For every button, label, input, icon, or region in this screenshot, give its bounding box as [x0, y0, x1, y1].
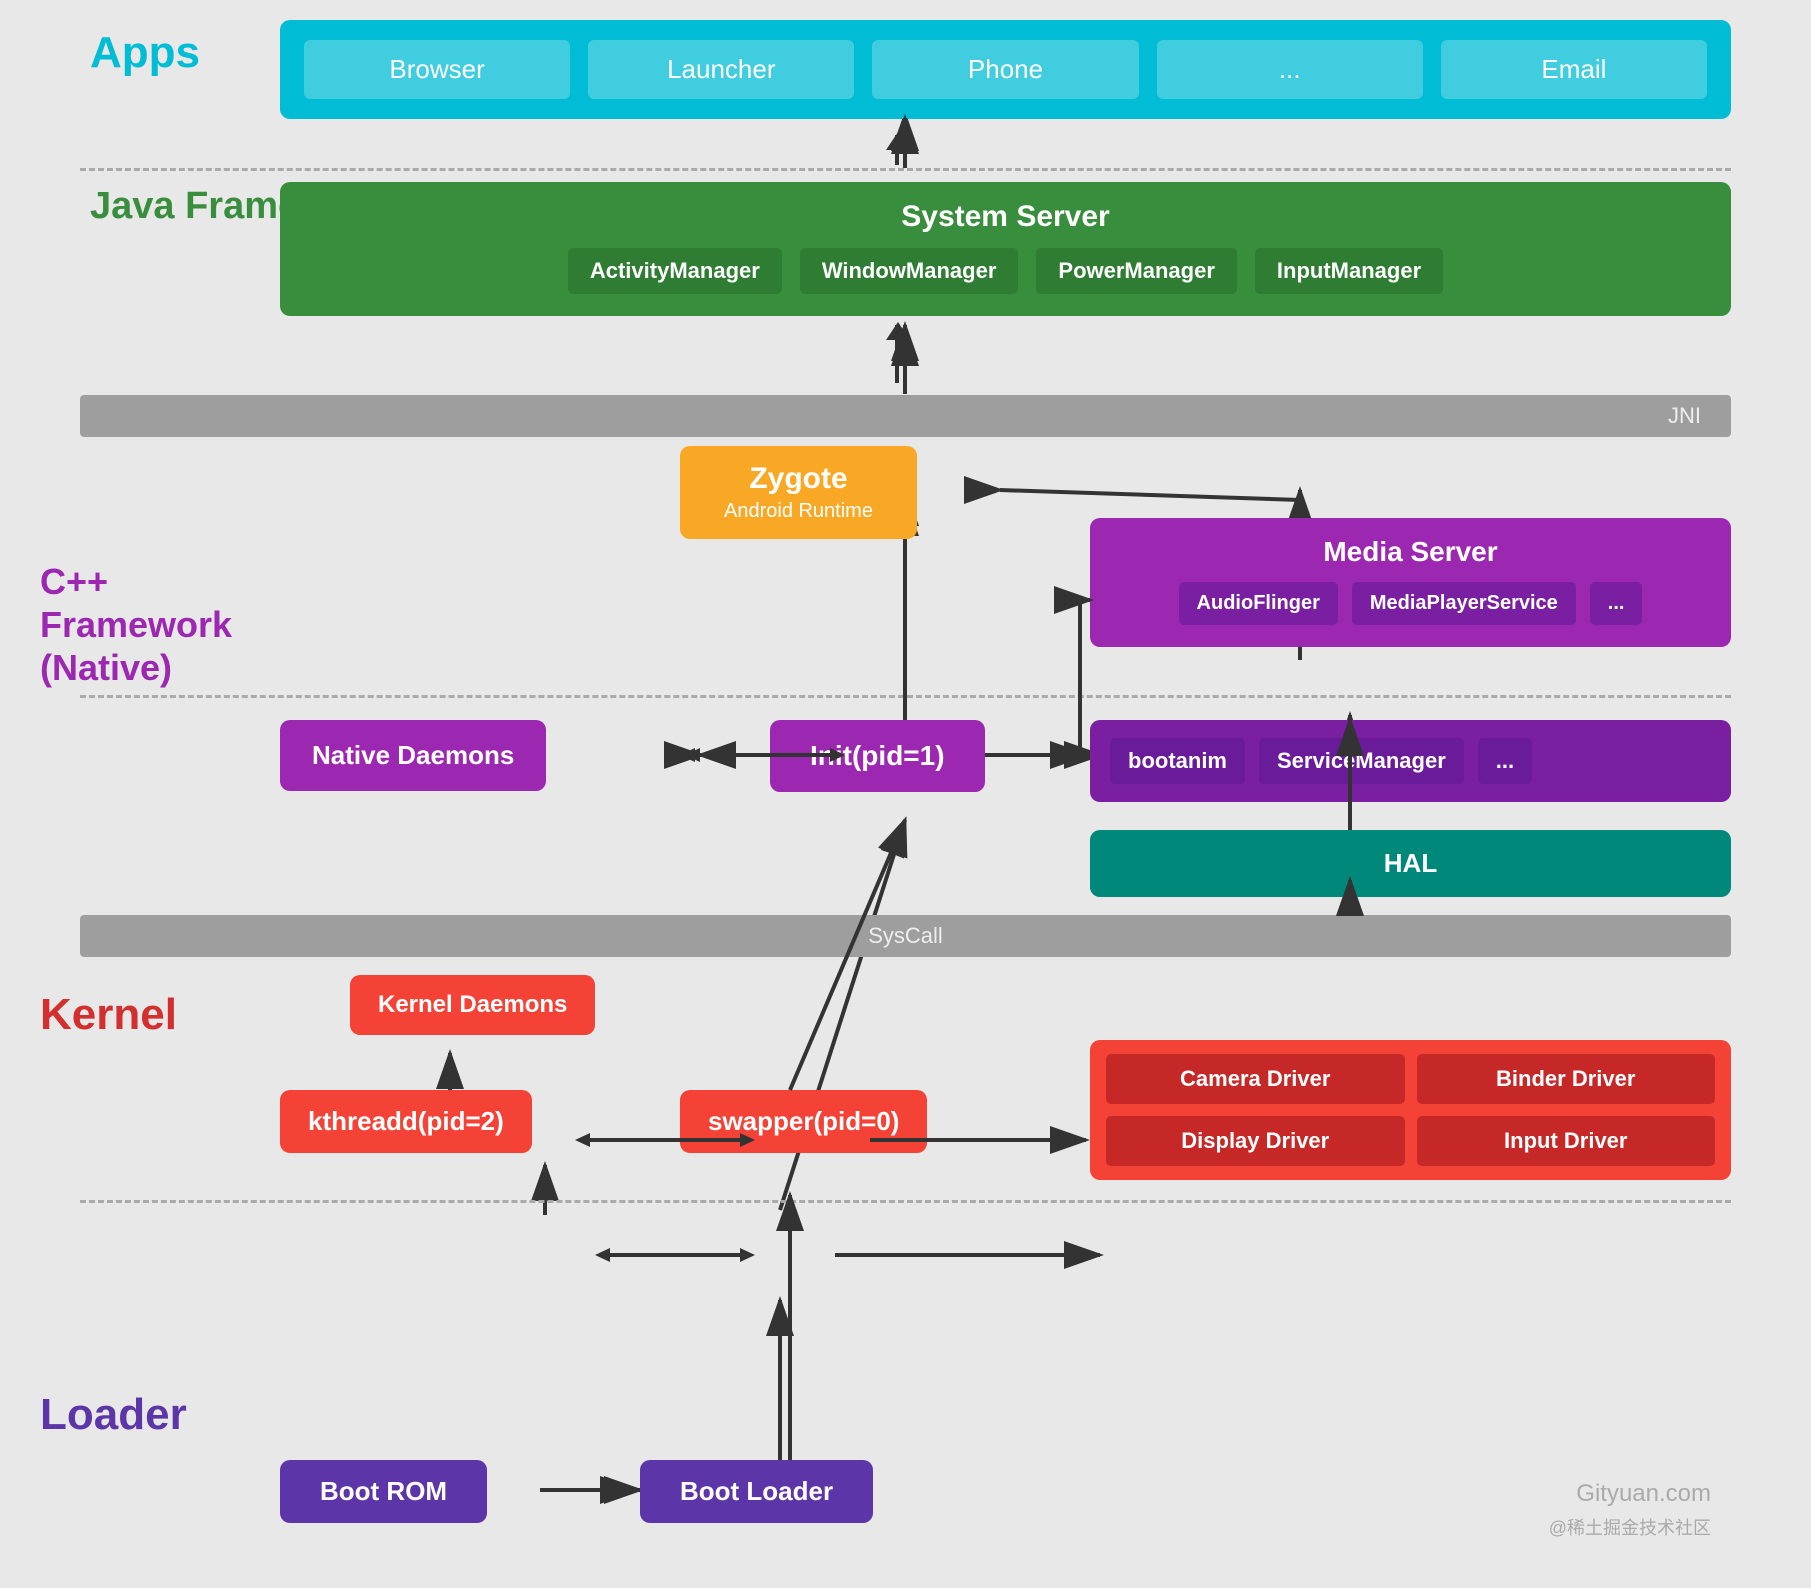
dashed-divider-2	[80, 695, 1731, 698]
boot-loader-box: Boot Loader	[640, 1460, 873, 1523]
init-sub-box: bootanim ServiceManager ...	[1090, 720, 1731, 802]
arrowhead-ss	[886, 322, 910, 340]
kernel-label: Kernel	[40, 990, 177, 1040]
apps-bar: Browser Launcher Phone ... Email	[280, 20, 1731, 119]
native-daemons-box: Native Daemons	[280, 720, 546, 791]
syscall-label: SysCall	[868, 923, 943, 949]
jni-label: JNI	[1668, 403, 1701, 429]
zygote-box: Zygote Android Runtime	[680, 446, 917, 539]
boot-rom-box: Boot ROM	[280, 1460, 487, 1523]
watermark: Gityuan.com	[1576, 1480, 1711, 1508]
ss-window: WindowManager	[800, 248, 1019, 294]
driver-input: Input Driver	[1417, 1116, 1716, 1166]
driver-display: Display Driver	[1106, 1116, 1405, 1166]
init-sub-servicemanager: ServiceManager	[1259, 738, 1464, 784]
driver-binder: Binder Driver	[1417, 1054, 1716, 1104]
cpp-framework-label: C++ Framework (Native)	[40, 560, 240, 690]
hal-box: HAL	[1090, 830, 1731, 897]
system-server-box: System Server ActivityManager WindowMana…	[280, 182, 1731, 316]
kernel-daemons-box: Kernel Daemons	[350, 975, 595, 1035]
driver-camera: Camera Driver	[1106, 1054, 1405, 1104]
app-ellipsis: ...	[1157, 40, 1423, 99]
init-sub-ellipsis: ...	[1478, 738, 1532, 784]
zygote-subtitle: Android Runtime	[724, 500, 873, 523]
jni-bar: JNI	[80, 395, 1731, 437]
media-server-box: Media Server AudioFlinger MediaPlayerSer…	[1090, 518, 1731, 647]
system-server-title: System Server	[308, 200, 1703, 234]
drivers-grid: Camera Driver Binder Driver Display Driv…	[1090, 1040, 1731, 1180]
syscall-bar: SysCall	[80, 915, 1731, 957]
kthreadd-box: kthreadd(pid=2)	[280, 1090, 532, 1153]
ss-activity: ActivityManager	[568, 248, 782, 294]
apps-label: Apps	[90, 28, 200, 78]
dashed-divider-1	[80, 168, 1731, 171]
ss-power: PowerManager	[1036, 248, 1237, 294]
swapper-box: swapper(pid=0)	[680, 1090, 927, 1153]
init-box: Init(pid=1)	[770, 720, 985, 792]
app-phone: Phone	[872, 40, 1138, 99]
init-sub-bootanim: bootanim	[1110, 738, 1245, 784]
loader-label: Loader	[40, 1390, 187, 1440]
arrowhead-apps	[886, 132, 910, 150]
app-email: Email	[1441, 40, 1707, 99]
app-launcher: Launcher	[588, 40, 854, 99]
media-server-title: Media Server	[1114, 536, 1707, 568]
ms-ellipsis: ...	[1590, 582, 1643, 625]
app-browser: Browser	[304, 40, 570, 99]
zygote-title: Zygote	[724, 462, 873, 496]
ms-audio: AudioFlinger	[1179, 582, 1338, 625]
ms-mediaplayer: MediaPlayerService	[1352, 582, 1576, 625]
ss-input: InputManager	[1255, 248, 1443, 294]
watermark2: @稀土掘金技术社区	[1549, 1514, 1711, 1540]
dashed-divider-3	[80, 1200, 1731, 1203]
